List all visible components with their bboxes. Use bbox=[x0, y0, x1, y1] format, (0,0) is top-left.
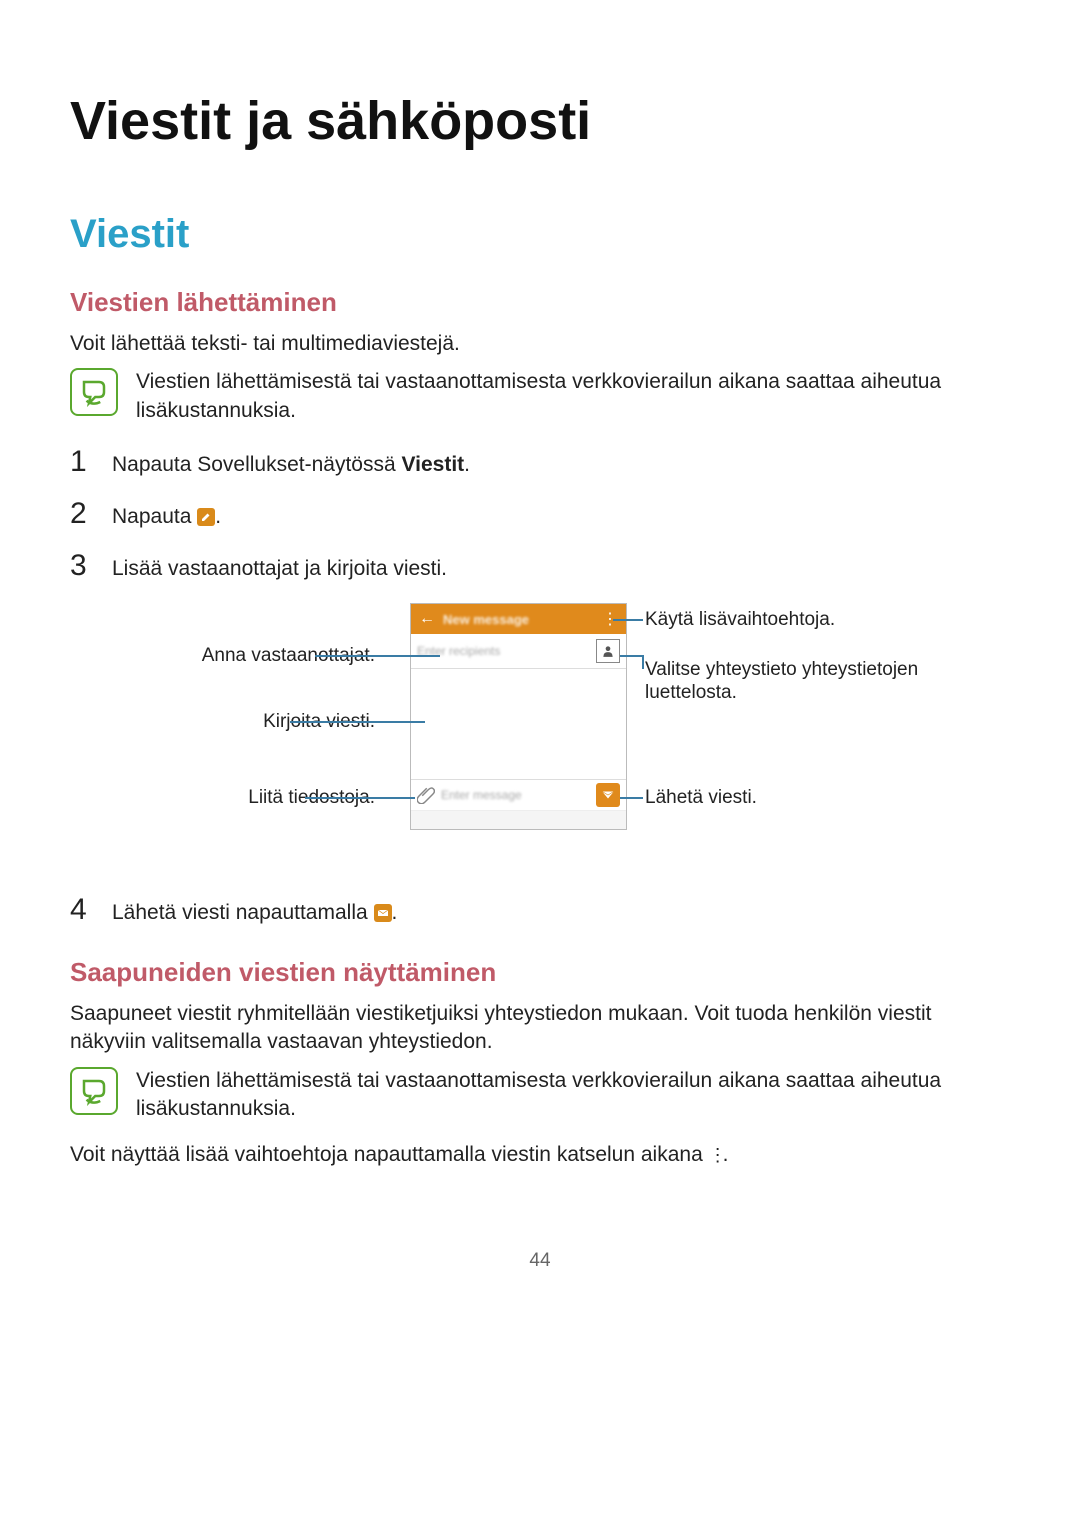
leader-line bbox=[620, 655, 643, 657]
step-1-text: Napauta Sovellukset-näytössä Viestit. bbox=[112, 453, 1010, 477]
message-body-area bbox=[411, 669, 626, 779]
label-send: Lähetä viesti. bbox=[645, 787, 905, 810]
phone-nav-bar bbox=[411, 810, 626, 829]
overflow-menu-icon: ⋮ bbox=[709, 1153, 723, 1158]
leader-line bbox=[642, 655, 644, 669]
receiving-more: Voit näyttää lisää vaihtoehtoja napautta… bbox=[70, 1141, 1010, 1169]
step-1-bold: Viestit bbox=[402, 453, 465, 476]
receiving-more-pre: Voit näyttää lisää vaihtoehtoja napautta… bbox=[70, 1143, 709, 1166]
label-more: Käytä lisävaihtoehtoja. bbox=[645, 609, 945, 632]
leader-line bbox=[305, 797, 415, 799]
sending-intro: Voit lähettää teksti- tai multimediavies… bbox=[70, 330, 1010, 358]
back-icon: ← bbox=[419, 610, 435, 628]
section-viestit: Viestit bbox=[70, 212, 1010, 257]
step-1-post: . bbox=[464, 453, 470, 476]
label-contact: Valitse yhteystieto yhteystietojen luett… bbox=[645, 659, 965, 705]
step-number-4: 4 bbox=[70, 893, 94, 927]
phone-header: ← New message ⋮ bbox=[411, 604, 626, 634]
step-number-3: 3 bbox=[70, 549, 94, 583]
note-text: Viestien lähettämisestä tai vastaanottam… bbox=[136, 368, 1010, 425]
subheading-receiving: Saapuneiden viestien näyttäminen bbox=[70, 957, 1010, 988]
note-text-2: Viestien lähettämisestä tai vastaanottam… bbox=[136, 1067, 1010, 1124]
step-2-text: Napauta . bbox=[112, 505, 1010, 529]
page-number: 44 bbox=[70, 1250, 1010, 1272]
receiving-more-post: . bbox=[723, 1143, 729, 1166]
leader-line bbox=[315, 655, 440, 657]
leader-line bbox=[613, 619, 643, 621]
attach-icon bbox=[417, 786, 435, 804]
send-icon bbox=[596, 783, 620, 807]
step-1-pre: Napauta Sovellukset-näytössä bbox=[112, 453, 402, 476]
note-roaming-2: Viestien lähettämisestä tai vastaanottam… bbox=[70, 1067, 1010, 1124]
input-placeholder: Enter message bbox=[441, 788, 590, 802]
leader-line bbox=[290, 721, 425, 723]
step-3-text: Lisää vastaanottajat ja kirjoita viesti. bbox=[112, 557, 1010, 581]
step-4-pre: Lähetä viesti napauttamalla bbox=[112, 901, 374, 924]
note-icon bbox=[70, 1067, 118, 1115]
step-4-post: . bbox=[392, 901, 398, 924]
phone-mock: ← New message ⋮ Enter recipients Enter m… bbox=[410, 603, 627, 830]
step-number-2: 2 bbox=[70, 497, 94, 531]
recipients-field: Enter recipients bbox=[411, 634, 626, 669]
input-row: Enter message bbox=[411, 779, 626, 810]
note-roaming-1: Viestien lähettämisestä tai vastaanottam… bbox=[70, 368, 1010, 425]
phone-header-title: New message bbox=[443, 612, 594, 627]
subheading-sending: Viestien lähettäminen bbox=[70, 287, 1010, 318]
send-envelope-icon bbox=[374, 904, 392, 922]
step-4-text: Lähetä viesti napauttamalla . bbox=[112, 901, 1010, 925]
step-number-1: 1 bbox=[70, 445, 94, 479]
contact-picker-icon bbox=[596, 639, 620, 663]
recipients-placeholder: Enter recipients bbox=[417, 644, 590, 658]
compose-icon bbox=[197, 508, 215, 526]
receiving-body: Saapuneet viestit ryhmitellään viestiket… bbox=[70, 1000, 1010, 1057]
compose-diagram: ← New message ⋮ Enter recipients Enter m… bbox=[115, 603, 965, 863]
leader-line bbox=[620, 797, 643, 799]
step-2-post: . bbox=[215, 505, 221, 528]
note-icon bbox=[70, 368, 118, 416]
step-2-pre: Napauta bbox=[112, 505, 197, 528]
chapter-title: Viestit ja sähköposti bbox=[70, 90, 1010, 152]
